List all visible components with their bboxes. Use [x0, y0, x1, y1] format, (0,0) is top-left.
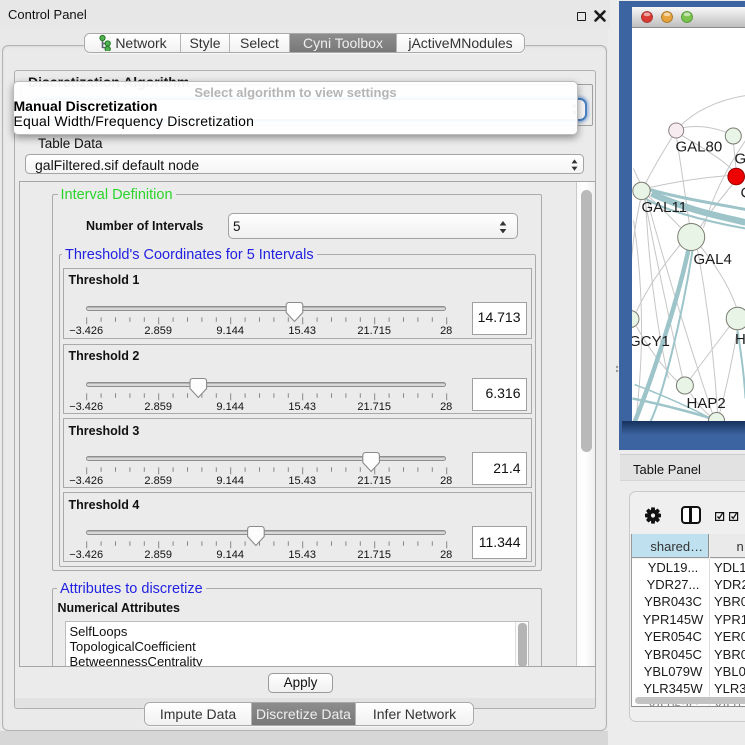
svg-text:GAL4: GAL4 — [693, 251, 731, 268]
svg-text:HAP2: HAP2 — [686, 395, 725, 412]
svg-text:H: H — [735, 331, 745, 348]
svg-text:GAL11: GAL11 — [641, 199, 687, 216]
svg-text:C: C — [740, 185, 745, 202]
svg-text:GCY1: GCY1 — [632, 333, 670, 350]
svg-text:GAL80: GAL80 — [675, 139, 722, 156]
svg-text:G.: G. — [734, 151, 745, 168]
